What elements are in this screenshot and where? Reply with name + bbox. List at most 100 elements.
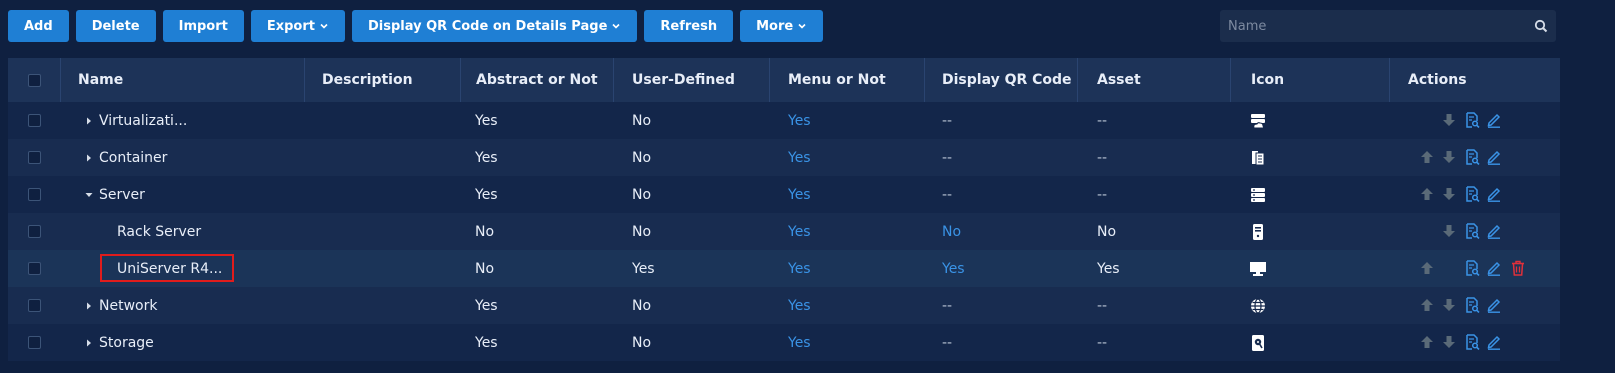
qr-value[interactable]: Yes: [942, 261, 965, 277]
row-name: Rack Server: [117, 223, 202, 240]
icon-cell: [1231, 324, 1390, 361]
column-header-asset-label: Asset: [1097, 72, 1141, 88]
move-down-icon[interactable]: [1438, 220, 1460, 242]
view-details-icon[interactable]: [1461, 220, 1483, 242]
column-header-asset[interactable]: Asset: [1078, 58, 1231, 102]
qr-code-dropdown-button[interactable]: Display QR Code on Details Page: [352, 10, 638, 42]
asset-cell: --: [1078, 324, 1228, 361]
column-header-icon[interactable]: Icon: [1231, 58, 1390, 102]
edit-icon[interactable]: [1483, 146, 1505, 168]
qr-cell: Yes: [925, 250, 1075, 287]
column-header-qr[interactable]: Display QR Code on: [925, 58, 1078, 102]
delete-icon[interactable]: [1507, 257, 1529, 279]
qr-cell: No: [925, 213, 1075, 250]
column-header-abstract[interactable]: Abstract or Not: [461, 58, 614, 102]
name-cell: UniServer R4...: [8, 250, 305, 287]
user-defined-value: No: [632, 297, 652, 314]
view-details-icon[interactable]: [1461, 331, 1483, 353]
table-row[interactable]: Network Yes No Yes -- --: [8, 287, 1560, 324]
table-row[interactable]: Storage Yes No Yes -- --: [8, 324, 1560, 361]
caret-down-icon[interactable]: [81, 187, 97, 203]
view-details-icon[interactable]: [1461, 183, 1483, 205]
qr-cell: --: [925, 139, 1075, 176]
user-defined-value: No: [632, 149, 652, 166]
move-down-icon[interactable]: [1438, 294, 1460, 316]
user-defined-cell: No: [614, 176, 764, 213]
delete-button[interactable]: Delete: [75, 10, 156, 42]
view-details-icon[interactable]: [1461, 257, 1483, 279]
icon-cell: [1231, 213, 1390, 250]
user-defined-value: No: [632, 186, 652, 203]
caret-right-icon[interactable]: [81, 335, 97, 351]
table-row[interactable]: Virtualizati... Yes No Yes -- --: [8, 102, 1560, 139]
view-details-icon[interactable]: [1461, 294, 1483, 316]
move-down-icon[interactable]: [1438, 183, 1460, 205]
menu-value[interactable]: Yes: [788, 113, 811, 129]
actions-cell: [1390, 176, 1560, 213]
menu-value[interactable]: Yes: [788, 261, 811, 277]
menu-value[interactable]: Yes: [788, 150, 811, 166]
edit-icon[interactable]: [1483, 109, 1505, 131]
table-body: Virtualizati... Yes No Yes -- -- Container Yes N…: [8, 102, 1560, 361]
move-down-icon[interactable]: [1438, 109, 1460, 131]
edit-icon[interactable]: [1483, 331, 1505, 353]
move-up-icon[interactable]: [1416, 183, 1438, 205]
move-up-icon[interactable]: [1416, 331, 1438, 353]
edit-icon[interactable]: [1483, 294, 1505, 316]
import-button[interactable]: Import: [162, 10, 244, 42]
caret-right-icon[interactable]: [81, 150, 97, 166]
user-defined-cell: No: [614, 213, 764, 250]
user-defined-cell: No: [614, 324, 764, 361]
table-row[interactable]: Server Yes No Yes -- --: [8, 176, 1560, 213]
delete-button-label: Delete: [91, 18, 140, 34]
column-header-description[interactable]: Description: [305, 58, 461, 102]
export-dropdown-button[interactable]: Export: [250, 10, 345, 42]
view-details-icon[interactable]: [1461, 109, 1483, 131]
column-header-menu[interactable]: Menu or Not: [770, 58, 925, 102]
table-row[interactable]: Rack Server No No Yes No No: [8, 213, 1560, 250]
monitor-icon: [1248, 259, 1268, 279]
row-name: Storage: [99, 334, 154, 351]
user-defined-cell: No: [614, 102, 764, 139]
menu-value[interactable]: Yes: [788, 224, 811, 240]
search-input[interactable]: [1220, 10, 1526, 42]
move-up-icon[interactable]: [1416, 294, 1438, 316]
menu-cell: Yes: [770, 287, 920, 324]
view-details-icon[interactable]: [1461, 146, 1483, 168]
column-header-name-label: Name: [78, 72, 124, 88]
actions-cell: [1390, 213, 1560, 250]
move-up-icon[interactable]: [1416, 146, 1438, 168]
move-down-icon[interactable]: [1438, 331, 1460, 353]
menu-value[interactable]: Yes: [788, 298, 811, 314]
move-down-icon[interactable]: [1438, 146, 1460, 168]
menu-cell: Yes: [770, 324, 920, 361]
table-row[interactable]: Container Yes No Yes -- --: [8, 139, 1560, 176]
description-cell: [305, 287, 461, 324]
server-icon: [1248, 185, 1268, 205]
edit-icon[interactable]: [1483, 183, 1505, 205]
rack-server-icon: [1248, 222, 1268, 242]
search-icon[interactable]: [1526, 10, 1556, 42]
column-header-name[interactable]: Name: [61, 58, 305, 102]
qr-value[interactable]: No: [942, 224, 961, 240]
table-row[interactable]: UniServer R4... No Yes Yes Yes Yes: [8, 250, 1560, 287]
menu-value[interactable]: Yes: [788, 187, 811, 203]
edit-icon[interactable]: [1483, 257, 1505, 279]
asset-cell: --: [1078, 287, 1228, 324]
column-header-user-defined[interactable]: User-Defined: [614, 58, 770, 102]
caret-right-icon[interactable]: [81, 298, 97, 314]
search-box: [1220, 10, 1556, 42]
move-up-icon[interactable]: [1416, 257, 1438, 279]
edit-icon[interactable]: [1483, 220, 1505, 242]
header-checkbox-cell: [8, 58, 61, 102]
caret-right-icon[interactable]: [81, 113, 97, 129]
qr-value: --: [942, 186, 953, 203]
refresh-button-label: Refresh: [660, 18, 718, 34]
select-all-checkbox[interactable]: [27, 73, 41, 87]
menu-value[interactable]: Yes: [788, 335, 811, 351]
more-dropdown-button[interactable]: More: [740, 10, 824, 42]
refresh-button[interactable]: Refresh: [644, 10, 734, 42]
description-cell: [305, 102, 461, 139]
chevron-down-icon: [320, 23, 328, 29]
add-button[interactable]: Add: [8, 10, 69, 42]
